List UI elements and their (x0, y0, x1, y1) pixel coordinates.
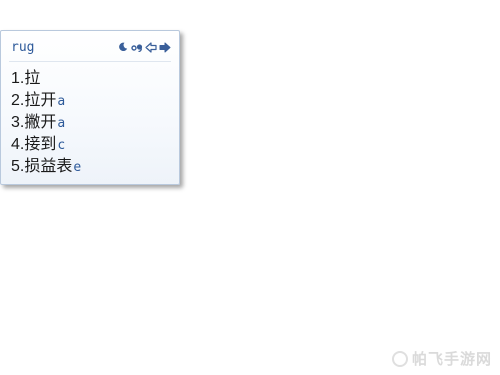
watermark-logo-icon (391, 350, 408, 367)
candidate-word: 拉 (24, 68, 41, 87)
candidate-hint: e (73, 160, 82, 175)
candidate-number: 1. (11, 70, 25, 87)
pinyin-composition: rug (11, 40, 35, 55)
candidate-word: 撇开 (24, 112, 57, 131)
next-page-icon[interactable] (159, 40, 171, 54)
ime-mode-icon[interactable] (131, 40, 143, 54)
watermark-text: 帕飞手游网 (411, 350, 492, 368)
candidate-hint: a (57, 116, 66, 131)
candidate-number: 3. (11, 114, 25, 131)
prev-page-icon[interactable] (145, 40, 157, 54)
candidate-item[interactable]: 1.拉 (11, 67, 81, 89)
moon-icon[interactable] (117, 40, 129, 54)
candidate-item[interactable]: 2.拉开a (11, 89, 81, 111)
candidate-item[interactable]: 4.接到c (11, 133, 81, 155)
candidate-number: 5. (11, 158, 25, 175)
candidate-list: 1.拉 2.拉开a 3.撇开a 4.接到c 5.损益表e (11, 67, 81, 177)
candidate-hint: c (57, 138, 66, 153)
candidate-word: 接到 (24, 134, 57, 153)
candidate-word: 损益表 (24, 156, 73, 175)
candidate-hint: a (57, 94, 66, 109)
ime-toolbar (117, 40, 171, 54)
candidate-item[interactable]: 3.撇开a (11, 111, 81, 133)
watermark: 帕飞手游网 (391, 348, 492, 369)
screen: rug 1.拉 2.拉开a 3.撇开a 4.接到c 5.损益表e 帕飞手游网 (0, 0, 500, 375)
candidate-word: 拉开 (24, 90, 57, 109)
ime-candidate-window: rug 1.拉 2.拉开a 3.撇开a 4.接到c 5.损益表e (0, 30, 180, 185)
candidate-item[interactable]: 5.损益表e (11, 155, 81, 177)
candidate-number: 4. (11, 136, 25, 153)
candidate-number: 2. (11, 92, 25, 109)
ime-header: rug (9, 37, 171, 62)
